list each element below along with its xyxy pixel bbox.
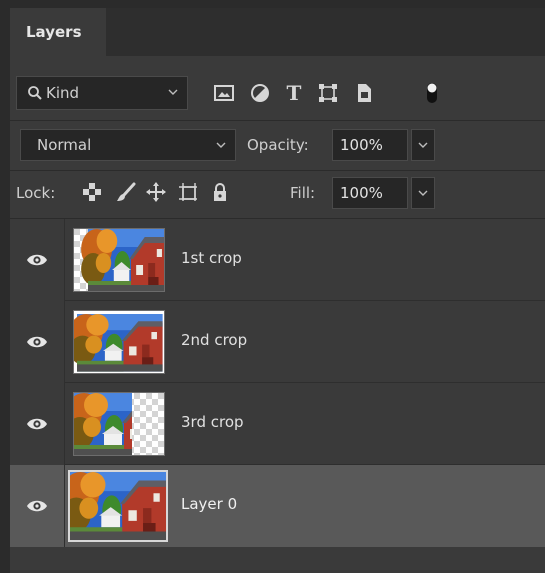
lock-label: Lock:	[16, 184, 56, 202]
layer-name: 1st crop	[181, 249, 242, 267]
panel-tab-bar: Layers	[10, 8, 545, 56]
layer-row-3rd-crop[interactable]: 3rd crop	[10, 383, 545, 465]
type-filter-icon[interactable]: T	[282, 81, 306, 105]
eye-column-divider	[64, 383, 65, 465]
layer-row-1st-crop[interactable]: 1st crop	[10, 219, 545, 301]
chevron-down-icon	[168, 89, 178, 95]
eye-column-divider	[64, 301, 65, 383]
shape-filter-icon[interactable]	[316, 81, 340, 105]
adjustment-filter-icon[interactable]	[248, 81, 272, 105]
layers-panel: Layers Kind T Normal Opacity: 100% Lock:…	[10, 8, 545, 573]
eye-column-divider	[64, 219, 65, 301]
lock-image-pixels-icon[interactable]	[114, 180, 138, 204]
eye-icon[interactable]	[26, 252, 48, 268]
opacity-dropdown-button[interactable]	[411, 129, 435, 161]
lock-transparent-pixels-icon[interactable]	[80, 180, 104, 204]
divider	[10, 120, 545, 121]
eye-icon[interactable]	[26, 498, 48, 514]
eye-column-divider	[64, 465, 65, 547]
image-filter-icon[interactable]	[212, 81, 236, 105]
fill-input[interactable]: 100%	[332, 177, 408, 209]
opacity-label: Opacity:	[247, 136, 309, 154]
layer-thumbnail	[73, 228, 165, 292]
layer-name: Layer 0	[181, 495, 238, 513]
lock-all-icon[interactable]	[208, 180, 232, 204]
chevron-down-icon	[418, 190, 428, 196]
lock-artboard-icon[interactable]	[176, 180, 200, 204]
eye-icon[interactable]	[26, 334, 48, 350]
filter-kind-label: Kind	[46, 84, 80, 102]
chevron-down-icon	[216, 142, 226, 148]
tab-layers[interactable]: Layers	[10, 8, 106, 56]
layer-thumbnail	[73, 310, 165, 374]
fill-label: Fill:	[290, 184, 316, 202]
lock-position-icon[interactable]	[144, 180, 168, 204]
layer-row-2nd-crop[interactable]: 2nd crop	[10, 301, 545, 383]
smart-object-filter-icon[interactable]	[352, 81, 376, 105]
layer-row-layer-0[interactable]: Layer 0	[10, 465, 545, 547]
layer-thumbnail	[68, 470, 168, 542]
blend-mode-value: Normal	[37, 136, 92, 154]
filter-kind-select[interactable]: Kind	[16, 76, 188, 110]
search-icon	[28, 86, 42, 100]
opacity-input[interactable]: 100%	[332, 129, 408, 161]
layer-thumbnail	[73, 392, 165, 456]
layer-name: 3rd crop	[181, 413, 244, 431]
filter-toggle-icon[interactable]	[420, 81, 444, 105]
tab-layers-label: Layers	[26, 23, 82, 41]
eye-icon[interactable]	[26, 416, 48, 432]
chevron-down-icon	[418, 142, 428, 148]
divider	[10, 170, 545, 171]
layer-name: 2nd crop	[181, 331, 248, 349]
blend-mode-select[interactable]: Normal	[20, 129, 236, 161]
fill-dropdown-button[interactable]	[411, 177, 435, 209]
